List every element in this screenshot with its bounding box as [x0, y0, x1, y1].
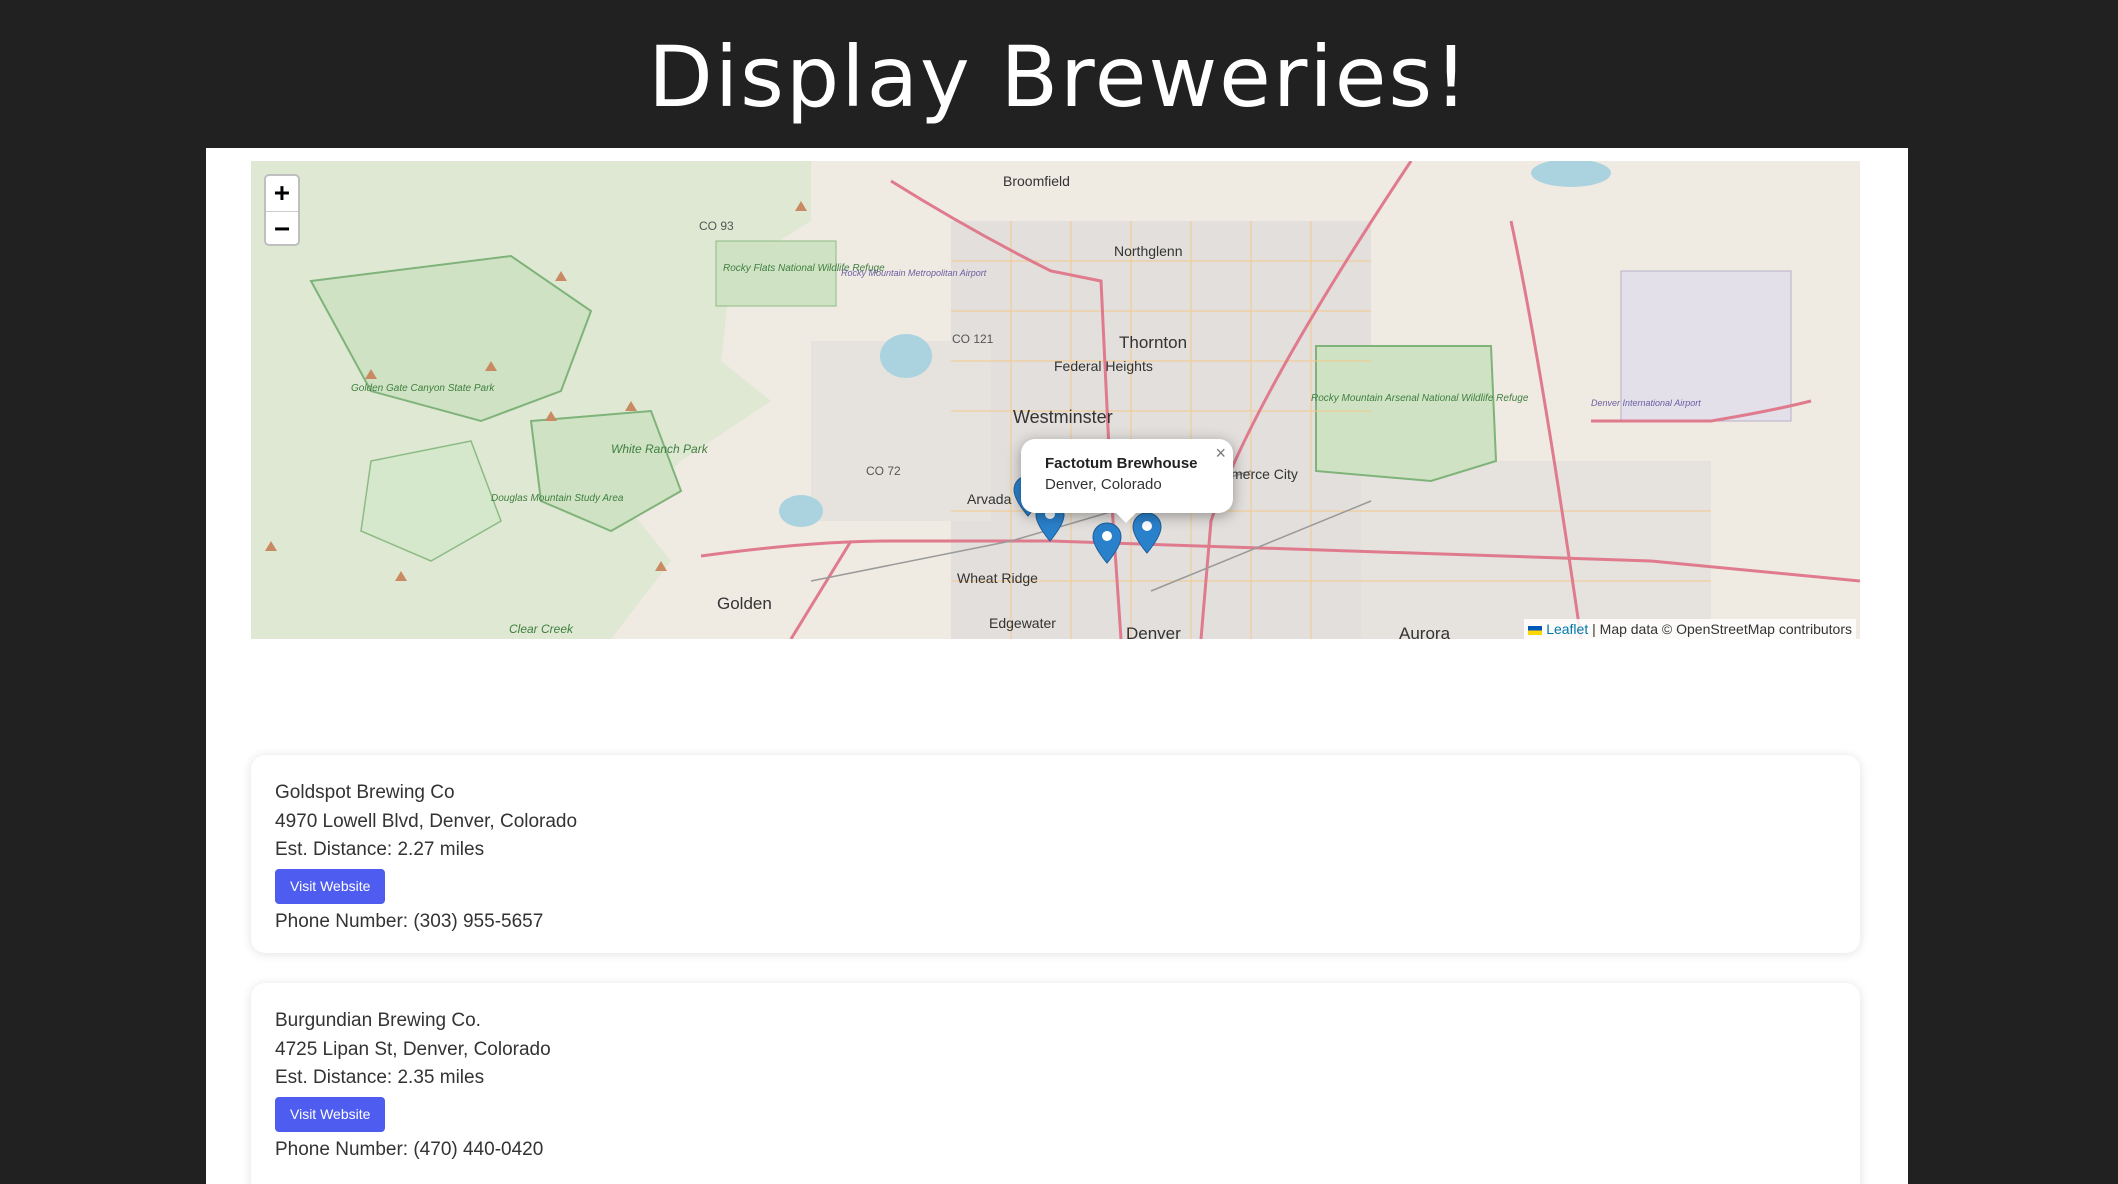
attribution-text: | Map data © OpenStreetMap contributors — [1592, 621, 1852, 637]
page-title: Display Breweries! — [648, 28, 1470, 126]
close-icon[interactable]: × — [1215, 443, 1226, 464]
brewery-name: Burgundian Brewing Co. — [275, 1010, 481, 1031]
brewery-card: Burgundian Brewing Co. 4725 Lipan St, De… — [251, 983, 1860, 1184]
label-edgewater: Edgewater — [989, 615, 1056, 631]
zoom-control: + − — [264, 174, 300, 246]
label-white-ranch: White Ranch Park — [611, 442, 709, 456]
ukraine-flag-icon — [1528, 625, 1543, 635]
label-wheat-ridge: Wheat Ridge — [957, 570, 1038, 586]
brewery-name: Goldspot Brewing Co — [275, 782, 455, 803]
label-clear-creek: Clear Creek — [509, 622, 574, 636]
label-golden-gate: Golden Gate Canyon State Park — [351, 383, 495, 394]
label-co93: CO 93 — [699, 219, 734, 233]
leaflet-link[interactable]: Leaflet — [1546, 621, 1588, 637]
label-broomfield: Broomfield — [1003, 173, 1070, 189]
brewery-distance: Est. Distance: 2.35 miles — [275, 1067, 485, 1088]
brewery-map[interactable]: Broomfield Northglenn Thornton Federal H… — [251, 161, 1860, 639]
label-commerce-city: merce City — [1231, 466, 1298, 482]
popup-title: Factotum Brewhouse — [1045, 455, 1198, 472]
label-thornton: Thornton — [1119, 333, 1187, 352]
brewery-card: Goldspot Brewing Co 4970 Lowell Blvd, De… — [251, 755, 1860, 953]
zoom-in-button[interactable]: + — [266, 176, 298, 211]
zoom-out-button[interactable]: − — [266, 211, 298, 244]
label-denver: Denver — [1126, 624, 1181, 639]
label-rocky-mountain-airport: Rocky Mountain Metropolitan Airport — [841, 268, 987, 278]
brewery-address: 4970 Lowell Blvd, Denver, Colorado — [275, 810, 578, 832]
label-federal-heights: Federal Heights — [1054, 358, 1153, 374]
popup-location: Denver, Colorado — [1045, 476, 1162, 493]
label-co121: CO 121 — [952, 332, 994, 346]
app-panel: Broomfield Northglenn Thornton Federal H… — [206, 148, 1908, 1184]
label-denver-airport: Denver International Airport — [1591, 398, 1701, 408]
marker-popup: × Factotum Brewhouse Denver, Colorado — [1021, 439, 1233, 523]
label-rocky-mountain-arsenal: Rocky Mountain Arsenal National Wildlife… — [1311, 393, 1529, 404]
label-douglas-mountain: Douglas Mountain Study Area — [491, 493, 624, 504]
visit-website-button[interactable]: Visit Website — [275, 1096, 386, 1132]
label-westminster: Westminster — [1013, 407, 1113, 427]
label-co72: CO 72 — [866, 464, 901, 478]
visit-website-button[interactable]: Visit Website — [275, 868, 386, 904]
brewery-address: 4725 Lipan St, Denver, Colorado — [275, 1038, 551, 1060]
map-tiles[interactable]: Broomfield Northglenn Thornton Federal H… — [251, 161, 1860, 639]
label-northglenn: Northglenn — [1114, 243, 1183, 259]
brewery-phone: Phone Number: (303) 955-5657 — [275, 910, 544, 932]
map-attribution: Leaflet | Map data © OpenStreetMap contr… — [1524, 619, 1856, 639]
label-golden: Golden — [717, 594, 772, 613]
label-arvada: Arvada — [967, 491, 1012, 507]
label-aurora: Aurora — [1399, 624, 1451, 639]
brewery-phone: Phone Number: (470) 440-0420 — [275, 1138, 544, 1160]
brewery-distance: Est. Distance: 2.27 miles — [275, 839, 485, 860]
